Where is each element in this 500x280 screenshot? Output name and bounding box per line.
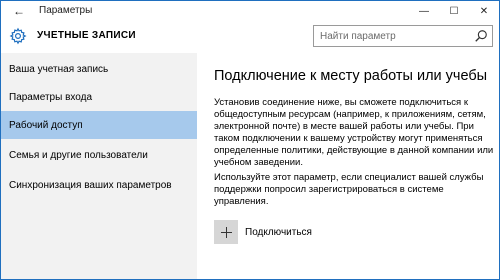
minimize-icon: — bbox=[419, 5, 429, 17]
maximize-icon: ☐ bbox=[449, 5, 459, 17]
sidebar-item-label: Ваша учетная запись bbox=[9, 63, 109, 75]
settings-window: ← Параметры — ☐ ✕ УЧЕТНЫЕ ЗАПИСИ Найти п… bbox=[0, 0, 500, 280]
connect-label: Подключиться bbox=[245, 226, 312, 238]
sidebar-item-label: Синхронизация ваших параметров bbox=[9, 179, 172, 191]
connect-button[interactable]: Подключиться bbox=[214, 219, 312, 245]
sidebar: Ваша учетная запись Параметры входа Рабо… bbox=[1, 53, 197, 279]
search-icon[interactable] bbox=[474, 29, 488, 43]
search-input[interactable] bbox=[314, 26, 466, 46]
window-title: Параметры bbox=[39, 5, 93, 16]
content-title: Подключение к месту работы или учебы bbox=[214, 68, 488, 84]
gear-icon bbox=[9, 27, 27, 45]
back-button[interactable]: ← bbox=[5, 1, 33, 21]
window-controls: — ☐ ✕ bbox=[409, 1, 499, 21]
sidebar-item-sign-in-options[interactable]: Параметры входа bbox=[1, 83, 197, 111]
back-arrow-icon: ← bbox=[13, 4, 25, 18]
sidebar-item-label: Параметры входа bbox=[9, 91, 93, 103]
maximize-button[interactable]: ☐ bbox=[439, 1, 469, 21]
minimize-button[interactable]: — bbox=[409, 1, 439, 21]
close-icon: ✕ bbox=[479, 5, 489, 17]
page-title: УЧЕТНЫЕ ЗАПИСИ bbox=[37, 30, 136, 41]
sidebar-item-family[interactable]: Семья и другие пользователи bbox=[1, 141, 197, 169]
usage-paragraph: Используйте этот параметр, если специали… bbox=[214, 172, 484, 207]
title-bar: ← Параметры — ☐ ✕ bbox=[1, 1, 499, 21]
description-paragraph: Установив соединение ниже, вы сможете по… bbox=[214, 97, 494, 168]
sidebar-item-account[interactable]: Ваша учетная запись bbox=[1, 55, 197, 83]
sidebar-item-work-access[interactable]: Рабочий доступ bbox=[1, 111, 197, 139]
close-button[interactable]: ✕ bbox=[469, 1, 499, 21]
plus-icon bbox=[214, 220, 238, 244]
main-content: Подключение к месту работы или учебы Уст… bbox=[197, 53, 499, 279]
sidebar-item-label: Семья и другие пользователи bbox=[9, 149, 148, 161]
sidebar-item-label: Рабочий доступ bbox=[9, 119, 83, 131]
page-header: УЧЕТНЫЕ ЗАПИСИ bbox=[1, 21, 499, 53]
sidebar-item-sync[interactable]: Синхронизация ваших параметров bbox=[1, 171, 197, 199]
search-box[interactable] bbox=[313, 25, 493, 47]
